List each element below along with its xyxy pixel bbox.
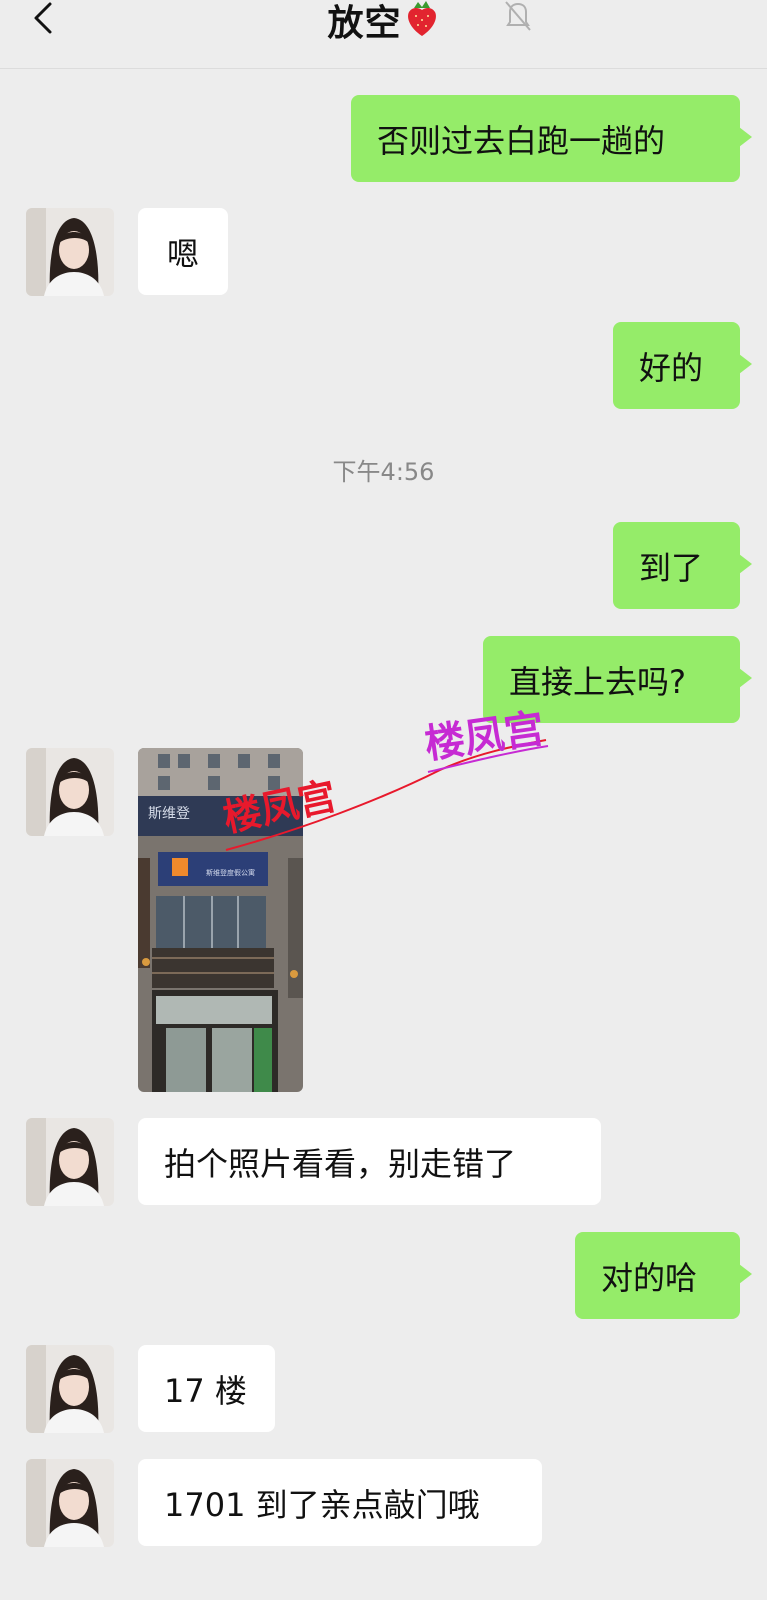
avatar[interactable] (26, 748, 114, 836)
apartment-sign-text: 斯维登度假公寓 (206, 868, 255, 877)
strawberry-emoji-icon (404, 0, 440, 42)
chat-title[interactable]: 放空 (327, 3, 401, 44)
bell-muted-icon (500, 0, 536, 34)
avatar[interactable] (26, 1118, 114, 1206)
building-sign-text: 斯维登 (148, 806, 190, 822)
message-bubble-received[interactable]: 拍个照片看看，别走错了 (138, 1118, 601, 1205)
message-bubble-sent[interactable]: 对的哈 (575, 1232, 752, 1319)
avatar[interactable] (26, 1345, 114, 1433)
message-bubble-received[interactable]: 嗯 (138, 208, 228, 295)
message-bubble-sent[interactable]: 好的 (613, 322, 752, 409)
avatar[interactable] (26, 208, 114, 296)
timestamp: 下午4:56 (332, 458, 435, 486)
chat-header: 放空 (0, 0, 767, 69)
watermark-text: 楼凤宫 (421, 705, 548, 769)
message-bubble-received[interactable]: 17 楼 (138, 1345, 275, 1432)
avatar[interactable] (26, 1459, 114, 1547)
message-bubble-sent[interactable]: 到了 (613, 522, 752, 609)
message-bubble-received[interactable]: 1701 到了亲点敲门哦 (138, 1459, 542, 1546)
message-bubble-sent[interactable]: 否则过去白跑一趟的 (351, 95, 752, 182)
watermark-stroke (225, 739, 549, 851)
